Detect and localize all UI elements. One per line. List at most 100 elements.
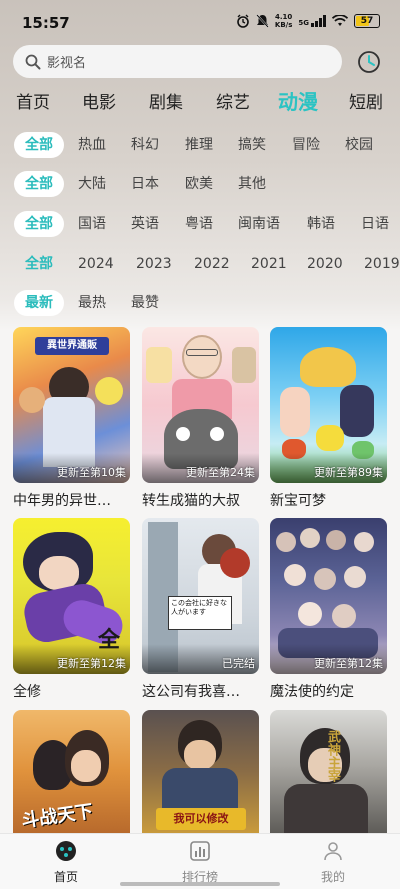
poster-logo: この会社に好きな人がいます <box>168 596 232 630</box>
search-input[interactable]: 影视名 <box>13 45 342 78</box>
episode-badge: 已完结 <box>222 657 255 670</box>
filter-genre-all[interactable]: 全部 <box>14 132 64 158</box>
poster-logo: 異世界通販 <box>35 337 109 355</box>
anime-title: 这公司有我喜… <box>142 684 240 700</box>
filter-sort-row: 最新 最热 最赞 <box>0 290 400 316</box>
filter-language-item[interactable]: 英语 <box>131 211 159 237</box>
sort-hottest[interactable]: 最热 <box>78 290 106 316</box>
anime-title: 转生成猫的大叔 <box>142 493 240 509</box>
filter-genre-item[interactable]: 搞笑 <box>238 132 266 158</box>
episode-badge: 更新至第12集 <box>314 657 383 670</box>
filter-region-all[interactable]: 全部 <box>14 171 64 197</box>
poster-logo: 斗战天下 <box>20 801 95 832</box>
home-icon <box>56 841 76 861</box>
filter-genre-row: 全部 热血 科幻 推理 搞笑 冒险 校园 <box>0 132 400 158</box>
signal-icon: 5G <box>298 15 326 27</box>
filter-year-all[interactable]: 全部 <box>14 251 64 277</box>
anime-card[interactable]: 更新至第24集 转生成猫的大叔 <box>142 327 259 510</box>
episode-badge: 更新至第10集 <box>57 466 126 479</box>
clock-icon <box>358 51 380 73</box>
poster-image: 全 更新至第12集 <box>13 518 130 674</box>
anime-title: 新宝可梦 <box>270 493 326 509</box>
filter-language-item[interactable]: 日语 <box>361 211 389 237</box>
alarm-icon <box>237 14 249 28</box>
anime-title: 全修 <box>13 684 41 700</box>
filter-genre-item[interactable]: 热血 <box>78 132 106 158</box>
poster-image: 更新至第89集 <box>270 327 387 483</box>
anime-title: 魔法使的约定 <box>270 684 354 700</box>
poster-image: 我可以修改 <box>142 710 259 833</box>
filter-region-item[interactable]: 大陆 <box>78 171 106 197</box>
history-button[interactable] <box>355 48 383 76</box>
episode-badge: 更新至第12集 <box>57 657 126 670</box>
filter-language-item[interactable]: 闽南语 <box>238 211 280 237</box>
sort-most-liked[interactable]: 最赞 <box>131 290 159 316</box>
anime-card[interactable]: 斗战天下 <box>13 710 130 840</box>
nav-ranking[interactable]: 排行榜 <box>170 840 230 885</box>
category-tabs: 首页 电影 剧集 综艺 动漫 短剧 <box>0 88 400 118</box>
filter-genre-item[interactable]: 校园 <box>345 132 373 158</box>
tab-variety[interactable]: 综艺 <box>216 88 250 113</box>
poster-logo: 武神主宰 <box>325 730 340 782</box>
filter-genre-item[interactable]: 冒险 <box>292 132 320 158</box>
filter-year-item[interactable]: 2021 <box>251 251 287 277</box>
tab-movie[interactable]: 电影 <box>82 88 116 113</box>
nav-home[interactable]: 首页 <box>36 840 96 885</box>
tab-anime[interactable]: 动漫 <box>278 86 318 115</box>
filter-year-item[interactable]: 2020 <box>307 251 343 277</box>
filter-genre-item[interactable]: 推理 <box>185 132 213 158</box>
filter-region-row: 全部 大陆 日本 欧美 其他 <box>0 171 400 197</box>
profile-icon <box>324 842 342 861</box>
anime-card[interactable]: 更新至第89集 新宝可梦 <box>270 327 387 510</box>
nav-mine-label: 我的 <box>320 870 345 884</box>
poster-image: 更新至第24集 <box>142 327 259 483</box>
net-speed: 4.10 KB/s <box>274 13 293 29</box>
filter-genre-item[interactable]: 科幻 <box>131 132 159 158</box>
filter-year-item[interactable]: 2024 <box>78 251 114 277</box>
tab-home[interactable]: 首页 <box>16 88 50 113</box>
poster-image: 異世界通販 更新至第10集 <box>13 327 130 483</box>
episode-badge: 更新至第89集 <box>314 466 383 479</box>
poster-logo: 我可以修改 <box>156 808 246 830</box>
tab-series[interactable]: 剧集 <box>149 88 183 113</box>
ranking-icon <box>190 841 210 861</box>
bottom-nav: 首页 排行榜 我的 <box>0 833 400 889</box>
wifi-icon <box>332 15 348 26</box>
status-time: 15:57 <box>22 14 70 32</box>
search-placeholder: 影视名 <box>47 56 87 71</box>
poster-image: 斗战天下 <box>13 710 130 833</box>
filter-language-item[interactable]: 国语 <box>78 211 106 237</box>
anime-card[interactable]: 武神主宰 <box>270 710 387 840</box>
filter-language-row: 全部 国语 英语 粤语 闽南语 韩语 日语 <box>0 211 400 237</box>
nav-home-label: 首页 <box>53 870 78 884</box>
anime-card[interactable]: この会社に好きな人がいます 已完结 这公司有我喜… <box>142 518 259 701</box>
filter-year-row: 全部 2024 2023 2022 2021 2020 2019 <box>0 251 400 277</box>
poster-image: 武神主宰 <box>270 710 387 833</box>
anime-card[interactable]: 異世界通販 更新至第10集 中年男的异世… <box>13 327 130 510</box>
tab-short-drama[interactable]: 短剧 <box>349 88 383 113</box>
sort-latest[interactable]: 最新 <box>14 290 64 316</box>
poster-image: この会社に好きな人がいます 已完结 <box>142 518 259 674</box>
anime-card[interactable]: 更新至第12集 魔法使的约定 <box>270 518 387 701</box>
anime-card[interactable]: 全 更新至第12集 全修 <box>13 518 130 701</box>
episode-badge: 更新至第24集 <box>186 466 255 479</box>
filter-language-item[interactable]: 韩语 <box>307 211 335 237</box>
filter-year-item[interactable]: 2022 <box>194 251 230 277</box>
status-bar: 15:57 4.10 KB/s 5G 57 <box>0 0 400 44</box>
filter-year-item[interactable]: 2019 <box>364 251 400 277</box>
filter-language-item[interactable]: 粤语 <box>185 211 213 237</box>
anime-card[interactable]: 我可以修改 <box>142 710 259 840</box>
anime-title: 中年男的异世… <box>13 493 111 509</box>
battery-icon: 57 <box>354 14 380 28</box>
filter-region-item[interactable]: 其他 <box>238 171 266 197</box>
search-icon <box>25 54 41 69</box>
nav-mine[interactable]: 我的 <box>303 840 363 885</box>
status-icons: 4.10 KB/s 5G 57 <box>236 13 380 29</box>
mute-icon <box>256 14 269 28</box>
home-indicator[interactable] <box>120 882 280 886</box>
filter-language-all[interactable]: 全部 <box>14 211 64 237</box>
poster-image: 更新至第12集 <box>270 518 387 674</box>
filter-region-item[interactable]: 日本 <box>131 171 159 197</box>
filter-year-item[interactable]: 2023 <box>136 251 172 277</box>
filter-region-item[interactable]: 欧美 <box>185 171 213 197</box>
